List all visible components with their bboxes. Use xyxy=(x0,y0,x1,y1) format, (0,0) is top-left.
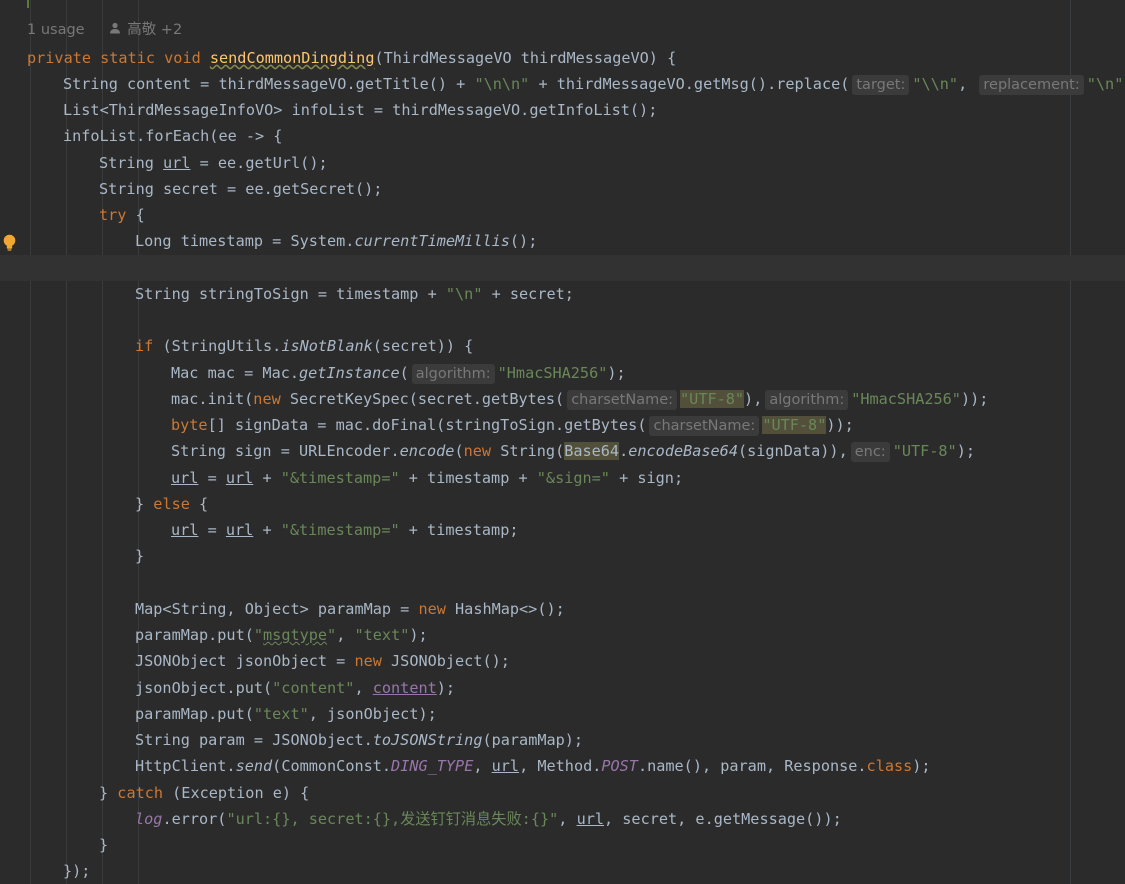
user-icon xyxy=(109,17,121,43)
code-vision-usages[interactable]: 1 usage 高敬 +2 xyxy=(27,17,188,43)
param-hint: target: xyxy=(852,75,910,95)
code-line[interactable]: Long timestamp = System.currentTimeMilli… xyxy=(135,228,537,254)
code-line[interactable]: HttpClient.send(CommonConst.DING_TYPE, u… xyxy=(135,753,931,779)
code-line[interactable]: infoList.forEach(ee -> { xyxy=(63,123,282,149)
code-editor[interactable]: 1 usage 高敬 +2 private static void sendCo… xyxy=(0,0,1125,884)
usage-authors[interactable]: 高敬 +2 xyxy=(127,22,182,38)
param-hint: charsetName: xyxy=(649,416,760,436)
code-line[interactable]: log.error("url:{}, secret:{},发送钉钉消息失败:{}… xyxy=(135,806,842,832)
code-line[interactable]: paramMap.put("text", jsonObject); xyxy=(135,701,437,727)
code-line[interactable]: url = url + "&timestamp=" + timestamp; xyxy=(171,517,519,543)
code-line[interactable]: } else { xyxy=(135,491,208,517)
code-line[interactable]: } catch (Exception e) { xyxy=(99,780,309,806)
code-line[interactable]: if (StringUtils.isNotBlank(secret)) { xyxy=(135,333,473,359)
param-hint: charsetName: xyxy=(567,390,678,410)
current-line[interactable] xyxy=(0,255,1125,281)
code-line[interactable]: String secret = ee.getSecret(); xyxy=(99,176,382,202)
code-line[interactable]: String content = thirdMessageVO.getTitle… xyxy=(63,71,1125,97)
right-margin-guide xyxy=(1070,0,1071,884)
code-line[interactable]: String param = JSONObject.toJSONString(p… xyxy=(135,727,583,753)
param-hint: algorithm: xyxy=(411,364,495,384)
code-line[interactable]: url = url + "&timestamp=" + timestamp + … xyxy=(171,465,683,491)
code-line[interactable]: private static void sendCommonDingding(T… xyxy=(27,45,676,71)
code-line[interactable]: }); xyxy=(63,858,90,884)
usage-count[interactable]: 1 usage xyxy=(27,22,85,38)
param-hint: replacement: xyxy=(979,75,1084,95)
code-line[interactable]: byte[] signData = mac.doFinal(stringToSi… xyxy=(171,412,854,438)
code-line[interactable]: try { xyxy=(99,202,145,228)
code-line[interactable]: mac.init(new SecretKeySpec(secret.getByt… xyxy=(171,386,988,412)
code-line[interactable]: String stringToSign = timestamp + "\n" +… xyxy=(135,281,574,307)
code-line[interactable]: jsonObject.put("content", content); xyxy=(135,675,455,701)
fold-marker[interactable] xyxy=(27,0,29,8)
code-line[interactable]: List<ThirdMessageInfoVO> infoList = thir… xyxy=(63,97,657,123)
param-hint: enc: xyxy=(850,442,890,462)
lightbulb-icon[interactable] xyxy=(2,234,17,251)
code-line[interactable]: } xyxy=(135,543,144,569)
code-line[interactable]: String url = ee.getUrl(); xyxy=(99,150,328,176)
indent-guide xyxy=(30,0,31,884)
code-line[interactable]: JSONObject jsonObject = new JSONObject()… xyxy=(135,648,510,674)
code-line[interactable]: } xyxy=(99,832,108,858)
code-line[interactable]: Mac mac = Mac.getInstance(algorithm: "Hma… xyxy=(171,360,626,386)
code-line[interactable]: Map<String, Object> paramMap = new HashM… xyxy=(135,596,565,622)
code-line[interactable]: paramMap.put("msgtype", "text"); xyxy=(135,622,428,648)
code-line[interactable]: String sign = URLEncoder.encode(new Stri… xyxy=(171,438,975,464)
param-hint: algorithm: xyxy=(765,390,849,410)
method-name: sendCommonDingding xyxy=(209,49,375,67)
